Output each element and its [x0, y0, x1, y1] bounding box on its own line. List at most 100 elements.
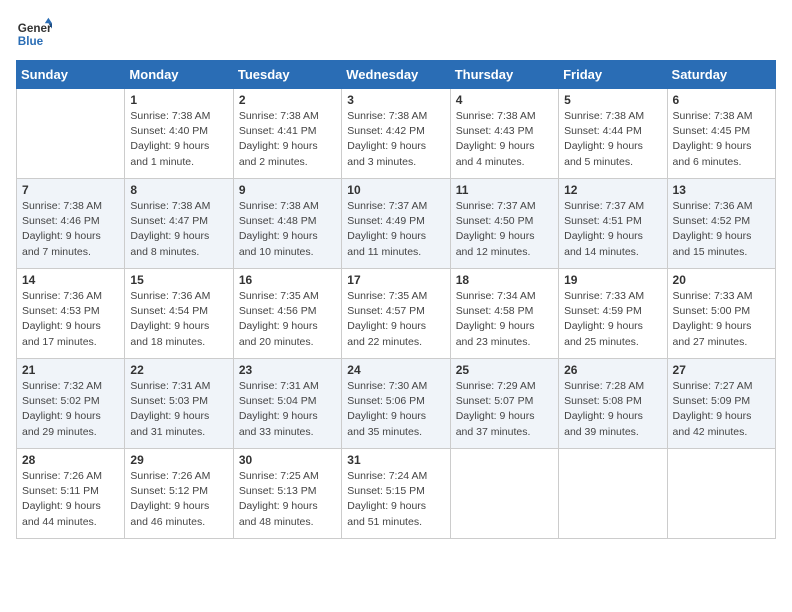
day-number: 21 [22, 363, 119, 377]
calendar-week-row: 1 Sunrise: 7:38 AMSunset: 4:40 PMDaylight… [17, 89, 776, 179]
day-info: Sunrise: 7:31 AMSunset: 5:03 PMDaylight:… [130, 379, 227, 440]
day-info: Sunrise: 7:35 AMSunset: 4:56 PMDaylight:… [239, 289, 336, 350]
day-info: Sunrise: 7:38 AMSunset: 4:41 PMDaylight:… [239, 109, 336, 170]
day-info: Sunrise: 7:36 AMSunset: 4:52 PMDaylight:… [673, 199, 770, 260]
day-info: Sunrise: 7:37 AMSunset: 4:49 PMDaylight:… [347, 199, 444, 260]
day-info: Sunrise: 7:24 AMSunset: 5:15 PMDaylight:… [347, 469, 444, 530]
calendar-week-row: 14 Sunrise: 7:36 AMSunset: 4:53 PMDayligh… [17, 269, 776, 359]
day-info: Sunrise: 7:37 AMSunset: 4:51 PMDaylight:… [564, 199, 661, 260]
day-info: Sunrise: 7:31 AMSunset: 5:04 PMDaylight:… [239, 379, 336, 440]
day-number: 16 [239, 273, 336, 287]
calendar-cell: 20 Sunrise: 7:33 AMSunset: 5:00 PMDayligh… [667, 269, 775, 359]
weekday-header: Sunday [17, 61, 125, 89]
weekday-header: Thursday [450, 61, 558, 89]
day-number: 4 [456, 93, 553, 107]
day-number: 31 [347, 453, 444, 467]
day-info: Sunrise: 7:32 AMSunset: 5:02 PMDaylight:… [22, 379, 119, 440]
calendar-cell: 23 Sunrise: 7:31 AMSunset: 5:04 PMDayligh… [233, 359, 341, 449]
day-number: 6 [673, 93, 770, 107]
day-info: Sunrise: 7:36 AMSunset: 4:54 PMDaylight:… [130, 289, 227, 350]
day-info: Sunrise: 7:27 AMSunset: 5:09 PMDaylight:… [673, 379, 770, 440]
day-number: 9 [239, 183, 336, 197]
calendar-cell: 5 Sunrise: 7:38 AMSunset: 4:44 PMDaylight… [559, 89, 667, 179]
day-info: Sunrise: 7:38 AMSunset: 4:44 PMDaylight:… [564, 109, 661, 170]
day-number: 22 [130, 363, 227, 377]
calendar-cell: 28Sunrise: 7:26 AMSunset: 5:11 PMDayligh… [17, 449, 125, 539]
day-info: Sunrise: 7:30 AMSunset: 5:06 PMDaylight:… [347, 379, 444, 440]
weekday-header: Wednesday [342, 61, 450, 89]
calendar-cell: 27 Sunrise: 7:27 AMSunset: 5:09 PMDayligh… [667, 359, 775, 449]
calendar-cell: 24 Sunrise: 7:30 AMSunset: 5:06 PMDayligh… [342, 359, 450, 449]
calendar-cell: 3 Sunrise: 7:38 AMSunset: 4:42 PMDaylight… [342, 89, 450, 179]
day-number: 25 [456, 363, 553, 377]
day-number: 3 [347, 93, 444, 107]
weekday-header: Tuesday [233, 61, 341, 89]
calendar-cell: 17Sunrise: 7:35 AMSunset: 4:57 PMDayligh… [342, 269, 450, 359]
weekday-header: Saturday [667, 61, 775, 89]
calendar-cell: 12Sunrise: 7:37 AMSunset: 4:51 PMDayligh… [559, 179, 667, 269]
calendar-cell: 11 Sunrise: 7:37 AMSunset: 4:50 PMDayligh… [450, 179, 558, 269]
calendar-cell [667, 449, 775, 539]
day-number: 2 [239, 93, 336, 107]
calendar-cell: 14 Sunrise: 7:36 AMSunset: 4:53 PMDayligh… [17, 269, 125, 359]
weekday-header: Friday [559, 61, 667, 89]
day-number: 14 [22, 273, 119, 287]
calendar-cell: 19Sunrise: 7:33 AMSunset: 4:59 PMDayligh… [559, 269, 667, 359]
calendar-cell: 26Sunrise: 7:28 AMSunset: 5:08 PMDayligh… [559, 359, 667, 449]
calendar-cell: 7Sunrise: 7:38 AMSunset: 4:46 PMDaylight… [17, 179, 125, 269]
day-number: 15 [130, 273, 227, 287]
day-info: Sunrise: 7:34 AMSunset: 4:58 PMDaylight:… [456, 289, 553, 350]
day-info: Sunrise: 7:36 AMSunset: 4:53 PMDaylight:… [22, 289, 119, 350]
calendar-cell: 30 Sunrise: 7:25 AMSunset: 5:13 PMDayligh… [233, 449, 341, 539]
day-info: Sunrise: 7:26 AMSunset: 5:12 PMDaylight:… [130, 469, 227, 530]
calendar-cell: 2 Sunrise: 7:38 AMSunset: 4:41 PMDaylight… [233, 89, 341, 179]
day-number: 8 [130, 183, 227, 197]
calendar-cell: 6 Sunrise: 7:38 AMSunset: 4:45 PMDaylight… [667, 89, 775, 179]
day-info: Sunrise: 7:38 AMSunset: 4:45 PMDaylight:… [673, 109, 770, 170]
day-info: Sunrise: 7:33 AMSunset: 5:00 PMDaylight:… [673, 289, 770, 350]
day-number: 13 [673, 183, 770, 197]
day-info: Sunrise: 7:38 AMSunset: 4:47 PMDaylight:… [130, 199, 227, 260]
weekday-header: Monday [125, 61, 233, 89]
day-number: 1 [130, 93, 227, 107]
calendar-cell: 1 Sunrise: 7:38 AMSunset: 4:40 PMDaylight… [125, 89, 233, 179]
day-number: 27 [673, 363, 770, 377]
day-number: 5 [564, 93, 661, 107]
day-number: 7 [22, 183, 119, 197]
day-info: Sunrise: 7:38 AMSunset: 4:42 PMDaylight:… [347, 109, 444, 170]
day-number: 10 [347, 183, 444, 197]
day-number: 17 [347, 273, 444, 287]
calendar-week-row: 7Sunrise: 7:38 AMSunset: 4:46 PMDaylight… [17, 179, 776, 269]
day-number: 23 [239, 363, 336, 377]
day-number: 20 [673, 273, 770, 287]
calendar-cell: 4Sunrise: 7:38 AMSunset: 4:43 PMDaylight… [450, 89, 558, 179]
logo-icon: General Blue [16, 16, 52, 52]
day-number: 30 [239, 453, 336, 467]
calendar-cell: 15 Sunrise: 7:36 AMSunset: 4:54 PMDayligh… [125, 269, 233, 359]
day-info: Sunrise: 7:38 AMSunset: 4:40 PMDaylight:… [130, 109, 227, 170]
calendar-cell [450, 449, 558, 539]
calendar-cell: 31 Sunrise: 7:24 AMSunset: 5:15 PMDayligh… [342, 449, 450, 539]
day-number: 18 [456, 273, 553, 287]
calendar-cell [559, 449, 667, 539]
day-info: Sunrise: 7:25 AMSunset: 5:13 PMDaylight:… [239, 469, 336, 530]
day-info: Sunrise: 7:37 AMSunset: 4:50 PMDaylight:… [456, 199, 553, 260]
day-info: Sunrise: 7:38 AMSunset: 4:48 PMDaylight:… [239, 199, 336, 260]
weekday-header-row: SundayMondayTuesdayWednesdayThursdayFrid… [17, 61, 776, 89]
calendar-cell: 29Sunrise: 7:26 AMSunset: 5:12 PMDayligh… [125, 449, 233, 539]
logo: General Blue [16, 16, 56, 52]
day-info: Sunrise: 7:29 AMSunset: 5:07 PMDaylight:… [456, 379, 553, 440]
calendar-cell: 13 Sunrise: 7:36 AMSunset: 4:52 PMDayligh… [667, 179, 775, 269]
day-info: Sunrise: 7:33 AMSunset: 4:59 PMDaylight:… [564, 289, 661, 350]
calendar-cell: 9 Sunrise: 7:38 AMSunset: 4:48 PMDaylight… [233, 179, 341, 269]
calendar-cell: 18 Sunrise: 7:34 AMSunset: 4:58 PMDayligh… [450, 269, 558, 359]
day-number: 24 [347, 363, 444, 377]
page-header: General Blue [16, 16, 776, 52]
calendar-cell: 10 Sunrise: 7:37 AMSunset: 4:49 PMDayligh… [342, 179, 450, 269]
day-info: Sunrise: 7:28 AMSunset: 5:08 PMDaylight:… [564, 379, 661, 440]
day-number: 11 [456, 183, 553, 197]
calendar-cell [17, 89, 125, 179]
svg-text:General: General [18, 22, 52, 35]
calendar-cell: 21 Sunrise: 7:32 AMSunset: 5:02 PMDayligh… [17, 359, 125, 449]
calendar-table: SundayMondayTuesdayWednesdayThursdayFrid… [16, 60, 776, 539]
